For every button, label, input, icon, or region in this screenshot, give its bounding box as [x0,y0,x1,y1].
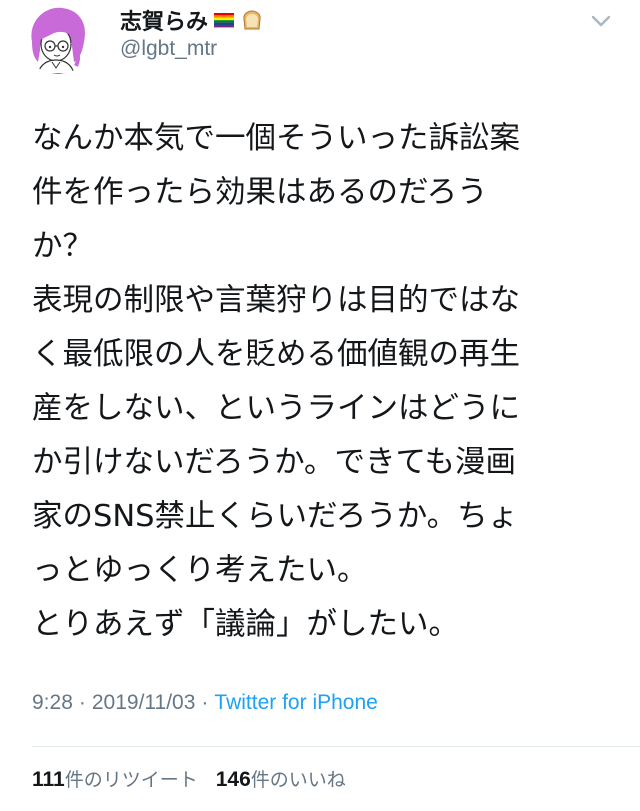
likes-label: 件のいいね [250,768,346,791]
tweet-text-line: か？ [32,229,93,264]
tweet-text-line: 産をしない、というラインはどうに [32,391,520,426]
retweets-label: 件のリツイート [64,768,198,791]
meta-separator: · [78,691,86,714]
author-name-row[interactable]: 志賀らみ [120,4,264,36]
tweet-text-line: っとゆっくり考えたい。 [32,553,368,588]
bread-icon [240,8,264,32]
tweet-date[interactable]: 2019/11/03 [92,691,196,715]
tweet-source-link[interactable]: Twitter for iPhone [214,691,377,715]
author-handle[interactable]: @lgbt_mtr [120,37,217,61]
tweet-text: なんか本気で一個そういった訴訟案 件を作ったら効果はあるのだろう か？ 表現の制… [32,112,612,652]
tweet-meta: 9:28 · 2019/11/03 · Twitter for iPhone [32,688,378,718]
tweet-time[interactable]: 9:28 [32,691,73,715]
tweet-stats: 111 件のリツイート 146 件のいいね [32,762,364,794]
meta-separator: · [201,691,209,714]
likes-count: 146 [215,767,251,791]
author-display-name[interactable]: 志賀らみ [120,4,208,36]
avatar[interactable] [22,2,94,74]
tweet-text-line: なんか本気で一個そういった訴訟案 [32,121,520,156]
retweets-stat[interactable]: 111 件のリツイート [32,765,198,792]
tweet-text-line: く最低限の人を貶める価値観の再生 [32,337,520,372]
chevron-down-icon[interactable] [590,12,612,30]
rainbow-flag-icon [212,8,236,32]
tweet-text-line: とりあえず「議論」がしたい。 [32,607,459,642]
tweet-detail: 志賀らみ @lgbt_mtr なんか本気で一個そういった訴訟案 件を作ったら効果… [0,0,640,811]
tweet-text-line: 件を作ったら効果はあるのだろう [32,175,488,210]
likes-stat[interactable]: 146 件のいいね [216,765,346,792]
tweet-text-line: か引けないだろうか。できても漫画 [32,445,517,480]
tweet-text-line: 家のSNS禁止くらいだろうか。ちょ [32,499,519,534]
divider [32,746,640,747]
avatar-illustration [31,7,86,74]
tweet-text-line: 表現の制限や言葉狩りは目的ではな [32,283,520,318]
retweets-count: 111 [32,767,65,791]
